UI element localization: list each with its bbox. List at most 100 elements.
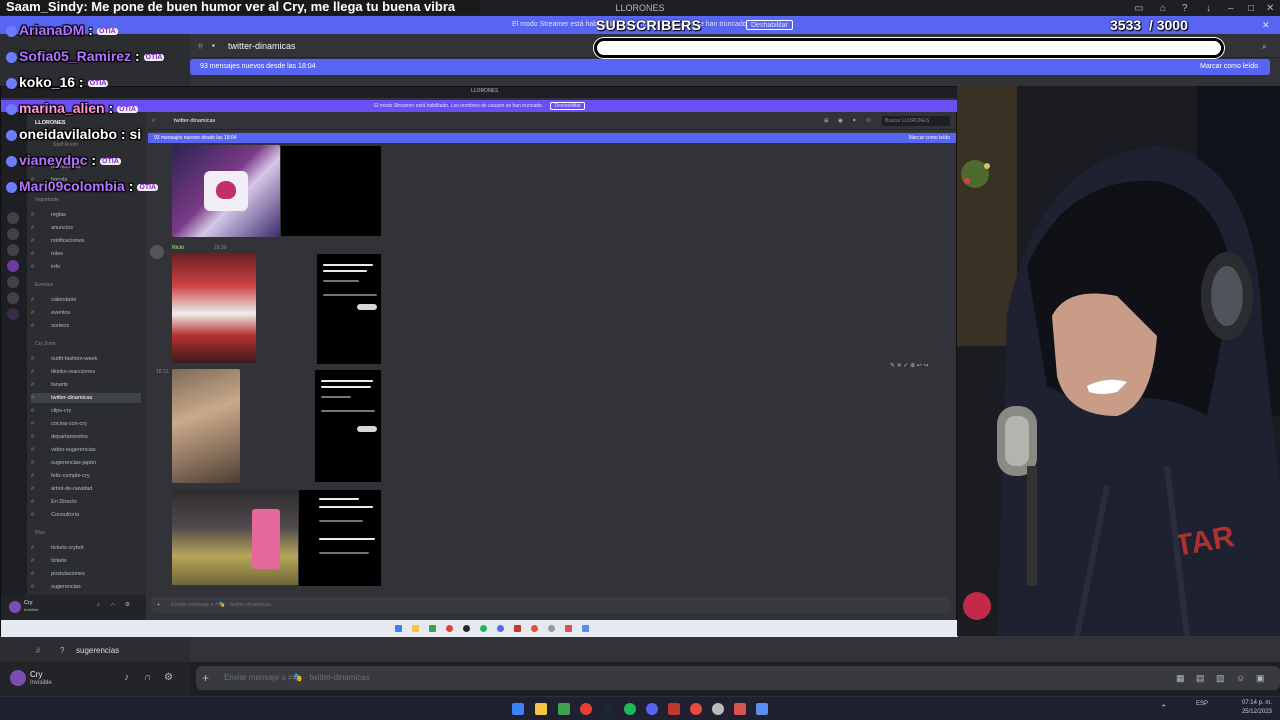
outer-new-messages-bar[interactable]: 93 mensajes nuevos desde las 18:04 Marca…	[190, 59, 1270, 75]
inner-channel-cz-0[interactable]: # outfit-fashion-week	[31, 354, 141, 364]
inner-channel-plus-0[interactable]: # tickets-crybot	[31, 543, 141, 553]
message-author[interactable]: Nicki	[172, 245, 184, 251]
gif-icon[interactable]: ▤	[1196, 666, 1205, 690]
chat-message: koko_16 : OTIA	[6, 74, 109, 90]
file-explorer-icon[interactable]	[535, 703, 547, 715]
inner-channel-cz-4[interactable]: # clips-cry	[31, 406, 141, 416]
inner-channel-cz-11[interactable]: # En Directo	[31, 497, 141, 507]
close-icon[interactable]: ✕	[1266, 1, 1274, 17]
disable-streamer-button[interactable]: Deshabilitar	[746, 20, 793, 30]
headset-icon[interactable]: ∩	[144, 672, 151, 683]
app3-icon[interactable]	[690, 703, 702, 715]
inner-mute-icon[interactable]: ◉	[838, 112, 843, 130]
hashtag-icon: #	[31, 395, 35, 401]
inner-channel-cz-3[interactable]: # twitter-dinamicas	[31, 393, 141, 403]
system-clock[interactable]: 07:14 p. m. 25/12/2023	[1226, 699, 1272, 717]
close-banner-icon[interactable]: ✕	[1262, 16, 1270, 34]
add-attachment-icon[interactable]: +	[202, 666, 209, 690]
inner-pin-icon[interactable]: ✦	[852, 112, 857, 130]
inner-channel-ev-0[interactable]: # calendario	[31, 295, 141, 305]
channel-category[interactable]: Cry Zone	[35, 341, 56, 347]
tweet-embed[interactable]	[316, 253, 382, 365]
inner-mic-icon[interactable]: ♪	[97, 602, 100, 608]
download-icon[interactable]: ↓	[1206, 1, 1211, 17]
hashtag-icon: #	[31, 238, 35, 244]
search-icon[interactable]: ⌕	[1262, 34, 1267, 58]
inner-channel-cz-8[interactable]: # sugerencias-japón	[31, 458, 141, 468]
channel-category[interactable]: Importante	[35, 197, 59, 203]
tweet-embed[interactable]	[314, 369, 382, 483]
inner-channel-imp-4[interactable]: # info	[31, 262, 141, 272]
app4-icon[interactable]	[734, 703, 746, 715]
inner-channel-cz-5[interactable]: # cocina-con-cry	[31, 419, 141, 429]
gift-icon[interactable]: ▦	[1176, 666, 1185, 690]
inner-threads-icon[interactable]: ⊞	[824, 112, 829, 130]
emoji-icon[interactable]: ☺	[1236, 666, 1245, 690]
inner-disable-button[interactable]: Deshabilitar	[550, 102, 585, 110]
inner-channel-ev-2[interactable]: # sorteos	[31, 321, 141, 331]
sticker-icon[interactable]: ▧	[1216, 666, 1225, 690]
settings-gear-icon[interactable]: ⚙	[164, 672, 173, 683]
tray-chevron-icon[interactable]: ⌃	[1160, 703, 1168, 714]
outer-message-input[interactable]: + Enviar mensaje a #🎭 · twitter-dinamica…	[196, 666, 1280, 690]
inner-taskbar	[1, 620, 958, 637]
sub-badge-icon	[6, 129, 17, 141]
message-hover-toolbar[interactable]: ✎ ✕ ✓ ⊕ ↩ ↪	[890, 362, 956, 372]
app-icon[interactable]	[558, 703, 570, 715]
subscribers-progress-bar	[594, 38, 1224, 58]
channel-category[interactable]: Eventos	[35, 282, 53, 288]
inner-settings-icon[interactable]: ⚙	[125, 602, 130, 608]
inner-add-icon[interactable]: +	[157, 597, 160, 613]
channel-category[interactable]: Plus	[35, 530, 45, 536]
inner-channel-cz-2[interactable]: # fanarts	[31, 380, 141, 390]
inner-mark-read[interactable]: Marcar como leído	[909, 133, 950, 143]
start-icon[interactable]	[512, 703, 524, 715]
inner-channel-imp-0[interactable]: # reglas	[31, 210, 141, 220]
mark-read-button[interactable]: Marcar como leído	[1200, 59, 1258, 75]
inner-channel-plus-1[interactable]: # tickets	[31, 556, 141, 566]
discord-icon[interactable]	[646, 703, 658, 715]
chrome-icon[interactable]	[580, 703, 592, 715]
inner-new-messages-bar[interactable]: 93 mensajes nuevos desde las 18:04 Marca…	[148, 133, 956, 143]
inner-channel-header: # twitter-dinamicas ⊞ ◉ ✦ ⚇ Buscar LLORO…	[148, 112, 958, 130]
inner-message-input[interactable]: + Enviar mensaje a #🎭 · twitter-dinamica…	[151, 597, 951, 613]
christmas-tree-photo[interactable]	[172, 253, 256, 363]
tweet-embed[interactable]	[280, 145, 382, 237]
inner-search-input[interactable]: Buscar LLORONES	[882, 116, 950, 126]
avatar[interactable]	[10, 670, 26, 686]
inner-channel-cz-6[interactable]: # departamentos	[31, 432, 141, 442]
avatar[interactable]	[150, 245, 164, 259]
app5-icon[interactable]	[756, 703, 768, 715]
avatar[interactable]	[9, 601, 21, 613]
inner-channel-cz-1[interactable]: # tiktoks-reacciones	[31, 367, 141, 377]
inner-headset-icon[interactable]: ∩	[111, 602, 115, 608]
steam-icon[interactable]	[602, 703, 614, 715]
outer-sidebar-item-sugerencias[interactable]: # ? sugerencias	[0, 642, 190, 660]
inner-channel-cz-7[interactable]: # video-sugerencias	[31, 445, 141, 455]
inner-members-icon[interactable]: ⚇	[866, 112, 871, 130]
minimize-icon[interactable]: –	[1228, 1, 1234, 17]
inner-channel-cz-12[interactable]: # Consultoría	[31, 510, 141, 520]
members-icon[interactable]: ⌂	[1160, 1, 1166, 17]
spotify-icon[interactable]	[624, 703, 636, 715]
obs-icon[interactable]	[712, 703, 724, 715]
plush-photo[interactable]	[172, 489, 302, 585]
tweet-embed[interactable]	[298, 489, 382, 587]
inner-channel-cz-10[interactable]: # árbol-de-navidad	[31, 484, 141, 494]
inner-channel-imp-3[interactable]: # roles	[31, 249, 141, 259]
inner-channel-imp-1[interactable]: # anuncios	[31, 223, 141, 233]
apps-icon[interactable]: ▣	[1256, 666, 1265, 690]
inner-channel-plus-2[interactable]: # postulaciones	[31, 569, 141, 579]
money-photo[interactable]	[172, 369, 240, 483]
mic-icon[interactable]: ♪	[124, 672, 129, 683]
help-icon[interactable]: ?	[1182, 1, 1188, 17]
inner-channel-cz-9[interactable]: # feliz-cumple-cry	[31, 471, 141, 481]
inbox-icon[interactable]: ▭	[1134, 1, 1143, 17]
image-attachment[interactable]	[172, 145, 280, 237]
inner-channel-plus-3[interactable]: # sugerencias	[31, 582, 141, 592]
inner-channel-imp-2[interactable]: # notificaciones	[31, 236, 141, 246]
inner-channel-ev-1[interactable]: # eventos	[31, 308, 141, 318]
maximize-icon[interactable]: □	[1248, 1, 1254, 17]
keyboard-language[interactable]: ESP	[1196, 701, 1208, 708]
app2-icon[interactable]	[668, 703, 680, 715]
